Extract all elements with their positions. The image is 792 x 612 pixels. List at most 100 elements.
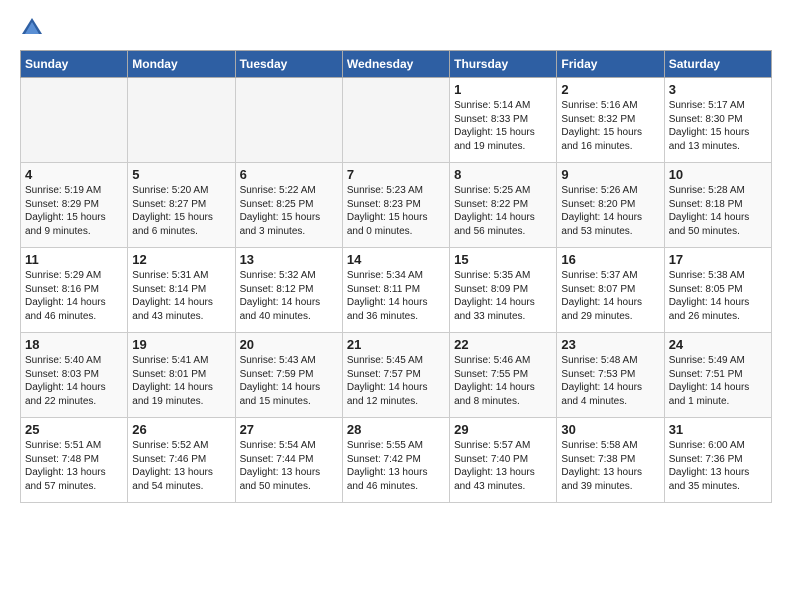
day-info: Sunrise: 5:52 AM Sunset: 7:46 PM Dayligh… — [132, 439, 230, 493]
col-header-saturday: Saturday — [664, 51, 771, 78]
day-number: 4 — [25, 167, 123, 182]
week-row-2: 4Sunrise: 5:19 AM Sunset: 8:29 PM Daylig… — [21, 163, 772, 248]
day-number: 21 — [347, 337, 445, 352]
day-number: 7 — [347, 167, 445, 182]
week-row-1: 1 Sunrise: 5:14 AM Sunset: 8:33 PM Daylig… — [21, 78, 772, 163]
day-info: Sunrise: 5:40 AM Sunset: 8:03 PM Dayligh… — [25, 354, 123, 408]
calendar-table: SundayMondayTuesdayWednesdayThursdayFrid… — [20, 50, 772, 503]
calendar-cell: 1 Sunrise: 5:14 AM Sunset: 8:33 PM Daylig… — [450, 78, 557, 163]
day-number: 12 — [132, 252, 230, 267]
day-info: Sunrise: 5:49 AM Sunset: 7:51 PM Dayligh… — [669, 354, 767, 408]
day-info: Sunrise: 5:46 AM Sunset: 7:55 PM Dayligh… — [454, 354, 552, 408]
day-info: Sunrise: 5:32 AM Sunset: 8:12 PM Dayligh… — [240, 269, 338, 323]
day-info: Sunrise: 5:14 AM Sunset: 8:33 PM Dayligh… — [454, 99, 552, 153]
day-number: 16 — [561, 252, 659, 267]
day-info: Sunrise: 5:38 AM Sunset: 8:05 PM Dayligh… — [669, 269, 767, 323]
calendar-header: SundayMondayTuesdayWednesdayThursdayFrid… — [21, 51, 772, 78]
day-number: 14 — [347, 252, 445, 267]
day-info: Sunrise: 5:31 AM Sunset: 8:14 PM Dayligh… — [132, 269, 230, 323]
calendar-cell: 18 Sunrise: 5:40 AM Sunset: 8:03 PM Dayli… — [21, 333, 128, 418]
col-header-friday: Friday — [557, 51, 664, 78]
col-header-tuesday: Tuesday — [235, 51, 342, 78]
week-row-5: 25 Sunrise: 5:51 AM Sunset: 7:48 PM Dayli… — [21, 418, 772, 503]
calendar-cell: 12 Sunrise: 5:31 AM Sunset: 8:14 PM Dayli… — [128, 248, 235, 333]
col-header-sunday: Sunday — [21, 51, 128, 78]
day-number: 30 — [561, 422, 659, 437]
day-number: 6 — [240, 167, 338, 182]
day-number: 3 — [669, 82, 767, 97]
calendar-cell: 9 Sunrise: 5:26 AM Sunset: 8:20 PM Daylig… — [557, 163, 664, 248]
week-row-3: 11 Sunrise: 5:29 AM Sunset: 8:16 PM Dayli… — [21, 248, 772, 333]
day-number: 17 — [669, 252, 767, 267]
calendar-cell: 4Sunrise: 5:19 AM Sunset: 8:29 PM Daylig… — [21, 163, 128, 248]
day-info: Sunrise: 5:17 AM Sunset: 8:30 PM Dayligh… — [669, 99, 767, 153]
day-number: 15 — [454, 252, 552, 267]
calendar-cell: 22Sunrise: 5:46 AM Sunset: 7:55 PM Dayli… — [450, 333, 557, 418]
day-info: Sunrise: 5:20 AM Sunset: 8:27 PM Dayligh… — [132, 184, 230, 238]
day-number: 24 — [669, 337, 767, 352]
day-number: 20 — [240, 337, 338, 352]
day-info: Sunrise: 5:29 AM Sunset: 8:16 PM Dayligh… — [25, 269, 123, 323]
day-number: 18 — [25, 337, 123, 352]
calendar-cell: 13Sunrise: 5:32 AM Sunset: 8:12 PM Dayli… — [235, 248, 342, 333]
day-info: Sunrise: 5:51 AM Sunset: 7:48 PM Dayligh… — [25, 439, 123, 493]
day-number: 28 — [347, 422, 445, 437]
calendar-cell: 14 Sunrise: 5:34 AM Sunset: 8:11 PM Dayli… — [342, 248, 449, 333]
day-number: 9 — [561, 167, 659, 182]
day-number: 31 — [669, 422, 767, 437]
calendar-cell — [342, 78, 449, 163]
calendar-cell: 2Sunrise: 5:16 AM Sunset: 8:32 PM Daylig… — [557, 78, 664, 163]
calendar-cell: 10Sunrise: 5:28 AM Sunset: 8:18 PM Dayli… — [664, 163, 771, 248]
day-number: 11 — [25, 252, 123, 267]
calendar-cell: 11 Sunrise: 5:29 AM Sunset: 8:16 PM Dayli… — [21, 248, 128, 333]
calendar-cell: 26 Sunrise: 5:52 AM Sunset: 7:46 PM Dayli… — [128, 418, 235, 503]
day-info: Sunrise: 5:57 AM Sunset: 7:40 PM Dayligh… — [454, 439, 552, 493]
calendar-cell: 7Sunrise: 5:23 AM Sunset: 8:23 PM Daylig… — [342, 163, 449, 248]
calendar-cell: 25 Sunrise: 5:51 AM Sunset: 7:48 PM Dayli… — [21, 418, 128, 503]
calendar-cell: 3 Sunrise: 5:17 AM Sunset: 8:30 PM Daylig… — [664, 78, 771, 163]
calendar-cell: 20 Sunrise: 5:43 AM Sunset: 7:59 PM Dayli… — [235, 333, 342, 418]
day-info: Sunrise: 5:41 AM Sunset: 8:01 PM Dayligh… — [132, 354, 230, 408]
day-info: Sunrise: 5:34 AM Sunset: 8:11 PM Dayligh… — [347, 269, 445, 323]
calendar-cell: 27 Sunrise: 5:54 AM Sunset: 7:44 PM Dayli… — [235, 418, 342, 503]
calendar-body: 1 Sunrise: 5:14 AM Sunset: 8:33 PM Daylig… — [21, 78, 772, 503]
header-row: SundayMondayTuesdayWednesdayThursdayFrid… — [21, 51, 772, 78]
day-number: 26 — [132, 422, 230, 437]
calendar-cell: 23Sunrise: 5:48 AM Sunset: 7:53 PM Dayli… — [557, 333, 664, 418]
col-header-monday: Monday — [128, 51, 235, 78]
day-number: 19 — [132, 337, 230, 352]
day-info: Sunrise: 5:43 AM Sunset: 7:59 PM Dayligh… — [240, 354, 338, 408]
day-info: Sunrise: 5:35 AM Sunset: 8:09 PM Dayligh… — [454, 269, 552, 323]
day-number: 23 — [561, 337, 659, 352]
day-info: Sunrise: 5:28 AM Sunset: 8:18 PM Dayligh… — [669, 184, 767, 238]
calendar-cell: 5 Sunrise: 5:20 AM Sunset: 8:27 PM Daylig… — [128, 163, 235, 248]
calendar-cell: 17 Sunrise: 5:38 AM Sunset: 8:05 PM Dayli… — [664, 248, 771, 333]
logo — [20, 16, 48, 40]
header — [20, 16, 772, 40]
day-info: Sunrise: 5:25 AM Sunset: 8:22 PM Dayligh… — [454, 184, 552, 238]
calendar-cell: 29 Sunrise: 5:57 AM Sunset: 7:40 PM Dayli… — [450, 418, 557, 503]
day-info: Sunrise: 5:45 AM Sunset: 7:57 PM Dayligh… — [347, 354, 445, 408]
calendar-cell — [128, 78, 235, 163]
day-info: Sunrise: 5:22 AM Sunset: 8:25 PM Dayligh… — [240, 184, 338, 238]
calendar-cell — [21, 78, 128, 163]
calendar-cell: 28Sunrise: 5:55 AM Sunset: 7:42 PM Dayli… — [342, 418, 449, 503]
day-number: 29 — [454, 422, 552, 437]
day-number: 27 — [240, 422, 338, 437]
calendar-cell: 19 Sunrise: 5:41 AM Sunset: 8:01 PM Dayli… — [128, 333, 235, 418]
calendar-cell: 31 Sunrise: 6:00 AM Sunset: 7:36 PM Dayli… — [664, 418, 771, 503]
page: SundayMondayTuesdayWednesdayThursdayFrid… — [0, 0, 792, 519]
calendar-cell: 30Sunrise: 5:58 AM Sunset: 7:38 PM Dayli… — [557, 418, 664, 503]
day-info: Sunrise: 6:00 AM Sunset: 7:36 PM Dayligh… — [669, 439, 767, 493]
day-number: 1 — [454, 82, 552, 97]
day-info: Sunrise: 5:37 AM Sunset: 8:07 PM Dayligh… — [561, 269, 659, 323]
calendar-cell: 21 Sunrise: 5:45 AM Sunset: 7:57 PM Dayli… — [342, 333, 449, 418]
day-info: Sunrise: 5:54 AM Sunset: 7:44 PM Dayligh… — [240, 439, 338, 493]
day-number: 25 — [25, 422, 123, 437]
day-number: 5 — [132, 167, 230, 182]
col-header-thursday: Thursday — [450, 51, 557, 78]
calendar-cell: 6 Sunrise: 5:22 AM Sunset: 8:25 PM Daylig… — [235, 163, 342, 248]
calendar-cell — [235, 78, 342, 163]
day-number: 8 — [454, 167, 552, 182]
day-info: Sunrise: 5:26 AM Sunset: 8:20 PM Dayligh… — [561, 184, 659, 238]
